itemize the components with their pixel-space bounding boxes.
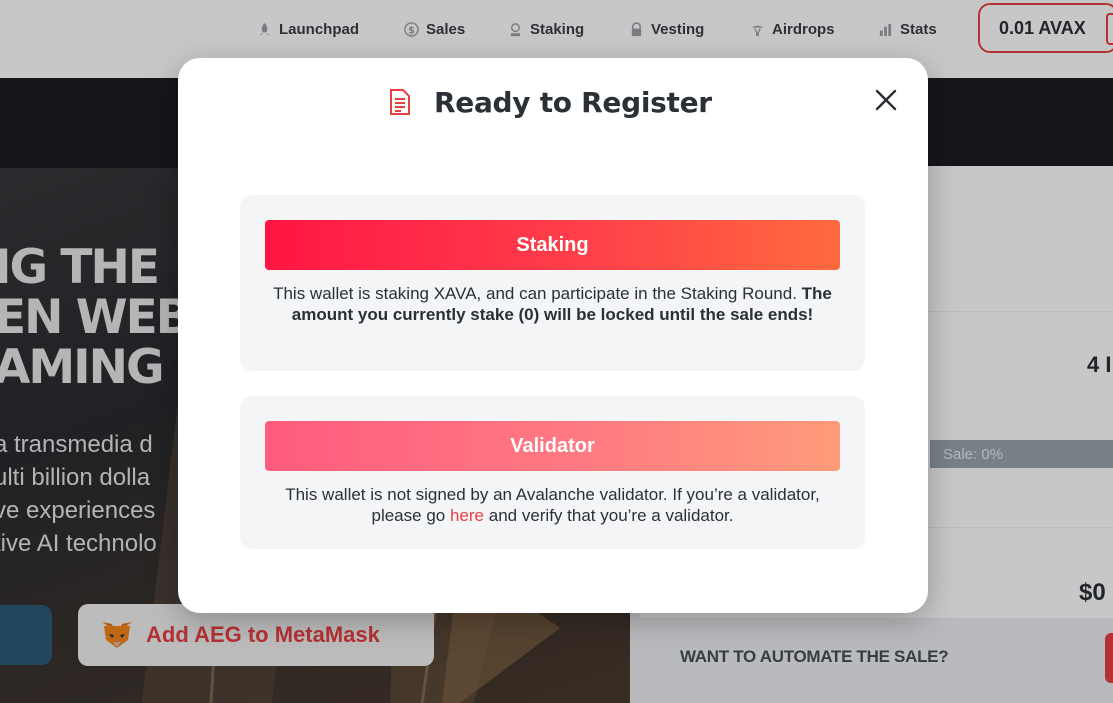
staking-card: Staking This wallet is staking XAVA, and… xyxy=(240,195,865,371)
document-icon xyxy=(388,88,412,116)
validator-desc-text-end: and verify that you’re a validator. xyxy=(488,506,734,525)
validator-card: Validator This wallet is not signed by a… xyxy=(240,396,865,549)
register-modal: Ready to Register Staking This wallet is… xyxy=(178,58,928,613)
close-icon xyxy=(875,89,897,111)
staking-register-button[interactable]: Staking xyxy=(265,220,840,270)
validator-verify-link[interactable]: here xyxy=(450,506,484,525)
validator-description: This wallet is not signed by an Avalanch… xyxy=(260,484,845,526)
close-modal-button[interactable] xyxy=(874,88,898,112)
modal-title-group: Ready to Register xyxy=(388,82,712,122)
modal-title: Ready to Register xyxy=(434,85,712,119)
modal-header: Ready to Register xyxy=(178,82,928,122)
validator-register-button[interactable]: Validator xyxy=(265,421,840,471)
staking-desc-text: This wallet is staking XAVA, and can par… xyxy=(273,284,797,303)
staking-description: This wallet is staking XAVA, and can par… xyxy=(260,283,845,325)
